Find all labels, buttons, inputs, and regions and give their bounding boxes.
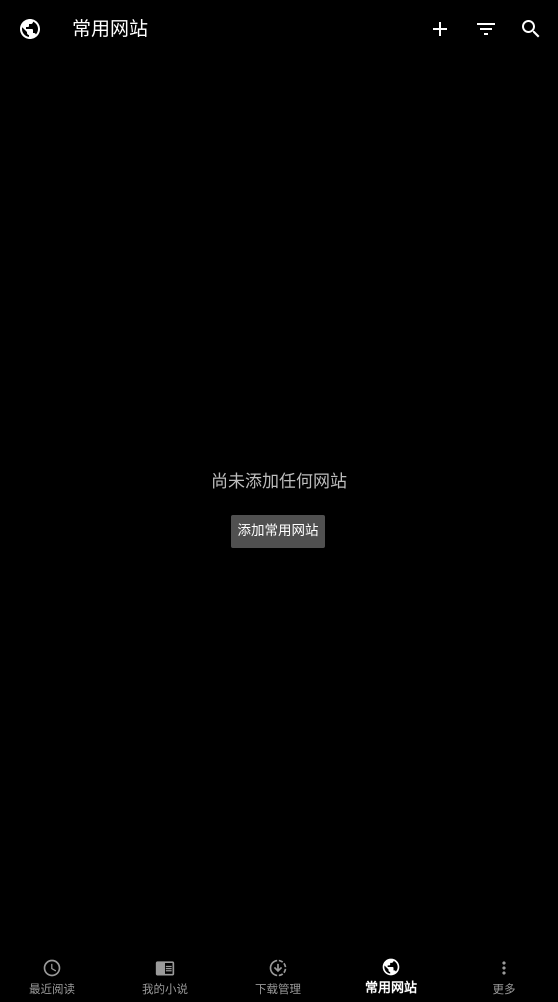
book-icon [155, 958, 175, 978]
app-bar: 常用网站 [0, 0, 558, 58]
more-vertical-icon [494, 958, 514, 978]
search-icon[interactable] [519, 17, 543, 41]
nav-label: 最近阅读 [29, 982, 75, 996]
download-icon [268, 958, 288, 978]
add-icon[interactable] [428, 17, 452, 41]
globe-icon [381, 957, 401, 977]
nav-item-recent-reading[interactable]: 最近阅读 [2, 950, 102, 1002]
nav-item-more[interactable]: 更多 [454, 950, 554, 1002]
globe-icon[interactable] [18, 17, 42, 41]
empty-state-message: 尚未添加任何网站 [211, 472, 347, 492]
screen: 常用网站 尚未添加任何网站 添加常用网站 最近阅读 我的小说 下载管理 常用网站… [0, 0, 558, 1002]
page-title: 常用网站 [72, 18, 149, 40]
nav-item-downloads[interactable]: 下载管理 [228, 950, 328, 1002]
nav-label: 常用网站 [364, 981, 417, 996]
nav-item-favorite-websites[interactable]: 常用网站 [341, 950, 441, 1002]
nav-label: 我的小说 [142, 982, 188, 996]
add-website-button[interactable]: 添加常用网站 [231, 515, 325, 548]
bottom-nav: 最近阅读 我的小说 下载管理 常用网站 更多 [0, 950, 558, 1002]
filter-icon[interactable] [474, 17, 498, 41]
nav-item-my-novels[interactable]: 我的小说 [115, 950, 215, 1002]
clock-icon [42, 958, 62, 978]
nav-label: 下载管理 [255, 982, 301, 996]
nav-label: 更多 [492, 982, 516, 996]
